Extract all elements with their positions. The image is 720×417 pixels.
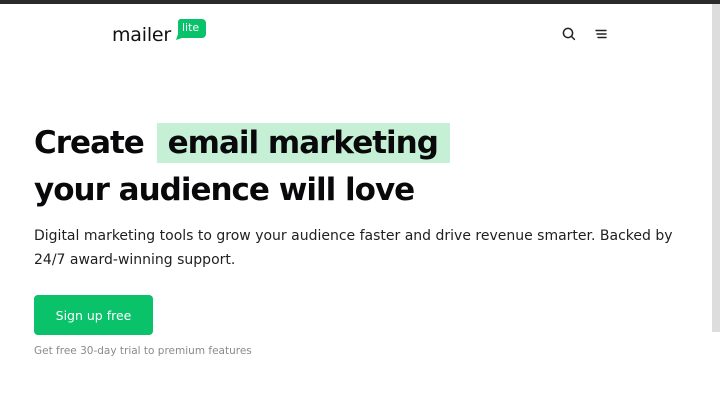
hero-lead-text: Digital marketing tools to grow your aud… [34,228,673,268]
menu-button[interactable] [593,26,609,42]
menu-icon [595,29,607,39]
browser-top-border [0,0,720,4]
trial-note: Get free 30-day trial to premium feature… [34,345,252,357]
logo-badge-label: lite [182,21,200,34]
hero-headline: Create email marketing your audience wil… [34,120,450,214]
scrollbar[interactable] [712,4,720,332]
headline-line-2: your audience will love [34,172,415,208]
logo-wordmark: mailer [112,24,172,46]
search-button[interactable] [561,26,577,42]
headline-line-1: Create email marketing [34,120,450,167]
search-icon [562,27,576,41]
headline-highlight: email marketing [156,123,450,163]
sign-up-button[interactable]: Sign up free [34,295,153,335]
headline-prefix: Create [34,125,145,161]
